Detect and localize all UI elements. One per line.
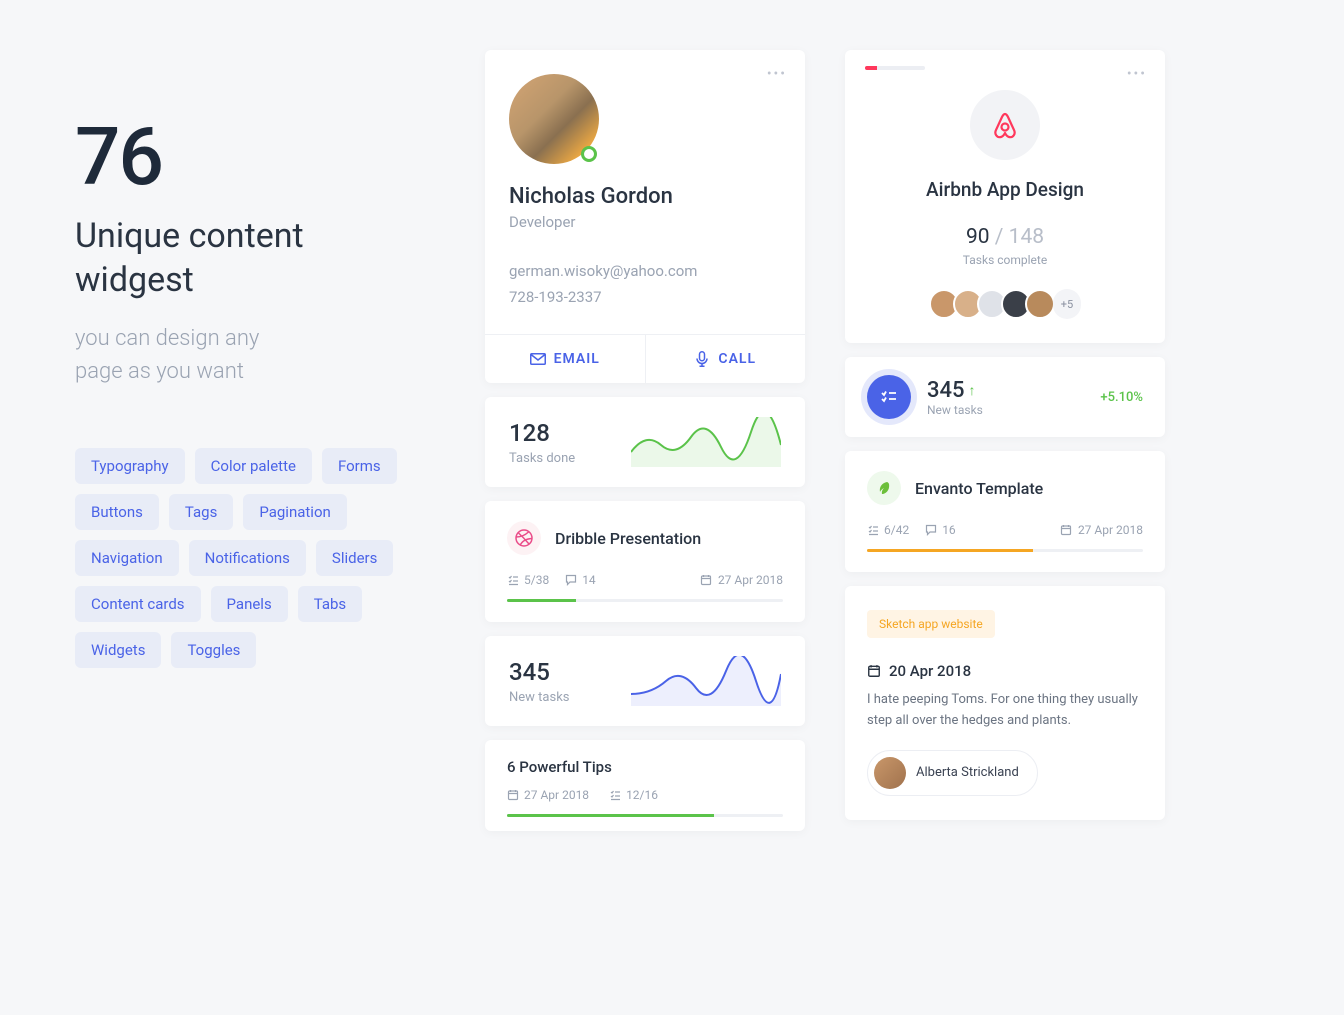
- tag-buttons[interactable]: Buttons: [75, 494, 159, 530]
- tips-card[interactable]: 6 Powerful Tips 27 Apr 2018 12/16: [485, 740, 805, 831]
- airbnb-title: Airbnb App Design: [869, 178, 1141, 201]
- new-tasks-value: 345: [509, 658, 570, 686]
- checklist-icon: [867, 375, 911, 419]
- envanto-title: Envanto Template: [915, 479, 1043, 498]
- author-pill[interactable]: Alberta Strickland: [867, 750, 1038, 796]
- comment-icon: [565, 574, 577, 586]
- profile-name: Nicholas Gordon: [509, 184, 781, 209]
- envanto-card[interactable]: Envanto Template 6/42 16 27 Apr 2018: [845, 451, 1165, 572]
- tasks-done-value: 128: [509, 419, 575, 447]
- tasks-meta: 5/38: [507, 573, 549, 587]
- airbnb-icon: [970, 90, 1040, 160]
- profile-phone: 728-193-2337: [509, 285, 781, 311]
- tag-typography[interactable]: Typography: [75, 448, 185, 484]
- online-status-icon: [581, 146, 597, 162]
- intro-subtitle: you can design any page as you want: [75, 322, 445, 388]
- tag-widgets[interactable]: Widgets: [75, 632, 161, 668]
- sketch-date: 20 Apr 2018: [867, 662, 1143, 680]
- email-icon: [530, 351, 546, 367]
- profile-role: Developer: [509, 213, 781, 231]
- tag-navigation[interactable]: Navigation: [75, 540, 179, 576]
- date-meta: 27 Apr 2018: [700, 573, 783, 587]
- sparkline-blue: [631, 656, 781, 706]
- avatar-stack[interactable]: +5: [869, 289, 1141, 319]
- progress-bar: [507, 814, 783, 817]
- comments-meta: 16: [925, 523, 956, 537]
- avatar[interactable]: [509, 74, 599, 164]
- checklist-icon: [867, 524, 879, 536]
- tag-notifications[interactable]: Notifications: [189, 540, 306, 576]
- progress-bar: [507, 599, 783, 602]
- microphone-icon: [694, 351, 710, 367]
- arrow-up-icon: ↑: [969, 382, 976, 399]
- more-icon[interactable]: •••: [767, 66, 787, 82]
- profile-card: ••• Nicholas Gordon Developer german.wis…: [485, 50, 805, 383]
- dribble-card[interactable]: Dribble Presentation 5/38 14 27 Apr 2018: [485, 501, 805, 622]
- nt-label: New tasks: [927, 403, 983, 417]
- airbnb-card: ••• Airbnb App Design 90 / 148 Tasks com…: [845, 50, 1165, 343]
- date-meta: 27 Apr 2018: [1060, 523, 1143, 537]
- author-name: Alberta Strickland: [916, 765, 1019, 780]
- dribble-title: Dribble Presentation: [555, 529, 701, 548]
- email-button[interactable]: EMAIL: [485, 335, 645, 383]
- leaf-icon: [867, 471, 901, 505]
- comments-meta: 14: [565, 573, 596, 587]
- tag-color-palette[interactable]: Color palette: [195, 448, 312, 484]
- intro-title: Unique content widgest: [75, 214, 445, 302]
- tasks-done-card: 128 Tasks done: [485, 397, 805, 487]
- more-count[interactable]: +5: [1053, 289, 1081, 319]
- tag-sliders[interactable]: Sliders: [316, 540, 393, 576]
- profile-email: german.wisoky@yahoo.com: [509, 259, 781, 285]
- mini-progress: [865, 66, 925, 70]
- dribbble-icon: [507, 521, 541, 555]
- calendar-icon: [867, 664, 881, 678]
- new-tasks-stat-card: 345 ↑ New tasks +5.10%: [845, 357, 1165, 437]
- tasks-meta: 6/42: [867, 523, 909, 537]
- sketch-card: Sketch app website 20 Apr 2018 I hate pe…: [845, 586, 1165, 820]
- tag-pagination[interactable]: Pagination: [243, 494, 346, 530]
- more-icon[interactable]: •••: [1127, 66, 1147, 82]
- tips-title: 6 Powerful Tips: [507, 758, 783, 776]
- tips-date: 27 Apr 2018: [507, 788, 589, 802]
- tag-toggles[interactable]: Toggles: [171, 632, 256, 668]
- calendar-icon: [700, 574, 712, 586]
- author-avatar: [874, 757, 906, 789]
- airbnb-label: Tasks complete: [869, 253, 1141, 267]
- checklist-icon: [609, 789, 621, 801]
- new-tasks-label: New tasks: [509, 690, 570, 705]
- nt-value: 345 ↑: [927, 378, 983, 403]
- progress-bar: [867, 549, 1143, 552]
- chip-tag[interactable]: Sketch app website: [867, 610, 995, 638]
- tips-tasks: 12/16: [609, 788, 658, 802]
- calendar-icon: [1060, 524, 1072, 536]
- nt-percent: +5.10%: [1100, 390, 1143, 405]
- new-tasks-chart-card: 345 New tasks: [485, 636, 805, 726]
- mini-avatar[interactable]: [1025, 289, 1055, 319]
- tag-content-cards[interactable]: Content cards: [75, 586, 201, 622]
- calendar-icon: [507, 789, 519, 801]
- comment-icon: [925, 524, 937, 536]
- airbnb-count: 90 / 148: [869, 225, 1141, 249]
- tag-panels[interactable]: Panels: [211, 586, 288, 622]
- sparkline-green: [631, 417, 781, 467]
- intro-panel: 76 Unique content widgest you can design…: [75, 50, 445, 668]
- tag-tags[interactable]: Tags: [169, 494, 233, 530]
- checklist-icon: [507, 574, 519, 586]
- sketch-paragraph: I hate peeping Toms. For one thing they …: [867, 690, 1143, 732]
- tasks-done-label: Tasks done: [509, 451, 575, 466]
- tag-tabs[interactable]: Tabs: [298, 586, 362, 622]
- tag-forms[interactable]: Forms: [322, 448, 397, 484]
- tag-list: Typography Color palette Forms Buttons Tags P…: [75, 448, 445, 668]
- call-button[interactable]: CALL: [645, 335, 806, 383]
- intro-number: 76: [75, 110, 445, 204]
